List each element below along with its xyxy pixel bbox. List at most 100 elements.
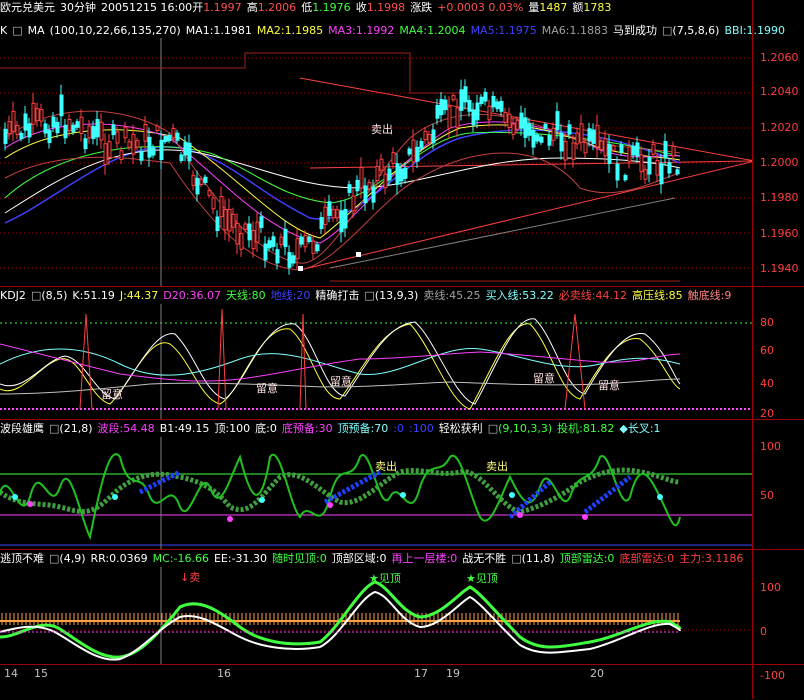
pane4-toggle-icon[interactable]: □ [49,552,59,565]
pane1-toggle-icon[interactable]: □ [12,24,22,37]
candle [675,169,680,175]
candle [359,166,364,189]
candle [467,100,472,112]
title-bar: 欧元兑美元 30分钟 20051215 16:00开1.1997 高1.2006 低1.… [0,0,804,16]
sell-marker-1: 卖出 [375,460,397,473]
must-sell-line: 必卖线:44.12 [558,289,627,302]
candle [203,176,208,184]
candle [651,143,656,155]
note: 留意 [598,379,620,392]
ytick: 50 [760,489,774,502]
f4[interactable]: 战无不胜 [462,552,506,565]
pane1-indicator[interactable]: K [0,24,7,37]
candle [43,123,48,134]
candle [547,134,552,146]
candle [171,127,176,139]
candle [347,184,352,193]
open-label: 开 [192,1,204,14]
candle [619,144,624,153]
boduan-chart[interactable] [0,437,752,549]
candlesticks [3,79,680,275]
pane3-params2: (9,10,3,3) [498,422,553,435]
ytick: 100 [760,440,781,453]
candle [179,154,184,161]
candle [7,121,12,135]
period[interactable]: 30分钟 [60,1,96,14]
kdj-j: J:44.37 [119,289,159,302]
pane4-legend: 逃顶不难 □(4,9) RR:0.0369 MC:-16.66 EE:-31.30 随时见… [0,551,804,567]
candle [219,196,224,218]
pane4-toggle2-icon[interactable]: □ [511,552,521,565]
amount-value: 1783 [583,1,612,14]
mc: MC:-16.66 [152,552,209,565]
sell-marker-2: 卖出 [486,460,508,473]
candle [595,124,600,148]
candle [243,223,248,230]
f1: 随时见顶:0 [272,552,327,565]
pane4-params2: (11,8) [521,552,555,565]
candle [163,136,168,142]
xtick: 14 [4,667,18,680]
pane2-name[interactable]: KDJ2 [0,289,26,302]
candle [407,148,412,155]
candle [107,141,112,158]
candle [435,104,440,119]
pane4-name[interactable]: 逃顶不难 [0,552,44,565]
volume-label: 量 [528,1,540,14]
candle [479,96,484,104]
candle [279,236,284,246]
candle [19,132,24,140]
candle [275,249,280,264]
bottom: 底:0 [255,422,277,435]
open-value: 1.1997 [203,1,242,14]
candle [663,141,668,159]
pane3-toggle2-icon[interactable]: □ [488,422,498,435]
ytick: 1.2020 [760,121,799,134]
price-chart[interactable] [0,38,752,286]
amount-label: 额 [572,1,584,14]
candle [655,160,660,176]
pane1-legend: K □ MA (100,10,22,66,135,270) MA1:1.1981 MA2:… [0,23,804,39]
candle [267,240,272,249]
pane3-toggle-icon[interactable]: □ [49,422,59,435]
pane1-indicator2[interactable]: 马到成功 [613,24,657,37]
candle [327,201,332,216]
note: 留意 [533,372,555,385]
change-label: 涨跌 [410,1,433,14]
kdj-d20: D20:36.07 [163,289,221,302]
high-label: 高 [246,1,258,14]
candle [555,111,560,131]
pane2-indicator2[interactable]: 精确打击 [315,289,359,302]
candle [319,217,324,230]
candle [259,216,264,228]
pane3-indicator2[interactable]: 轻松获利 [439,422,483,435]
bottom-pre: 底预备:30 [281,422,333,435]
candle [611,145,616,151]
candle [135,140,140,148]
pane1-toggle2-icon[interactable]: □ [662,24,672,37]
pane1-name[interactable]: MA [28,24,45,37]
sell-marker: 卖出 [371,123,393,136]
pane2-toggle-icon[interactable]: □ [31,289,41,302]
pane2-toggle2-icon[interactable]: □ [364,289,374,302]
candle [563,141,568,161]
candle [131,133,136,155]
pane3-name[interactable]: 波段雄鹰 [0,422,44,435]
candle [127,141,132,148]
candle [67,118,72,132]
candle [111,124,116,136]
pane1-params2: (7,5,8,6) [672,24,720,37]
candle [31,102,36,125]
tianxian: 天线:80 [225,289,266,302]
candle [455,107,460,128]
candle [499,100,504,112]
candle [307,236,312,242]
candle [123,126,128,139]
buy-line: 买入线:53.22 [485,289,554,302]
ma1: MA1:1.1981 [185,24,252,37]
high-value: 1.2006 [257,1,297,14]
top-pre: 顶预备:70 [337,422,389,435]
ytick: 100 [760,581,781,594]
ee: EE:-31.30 [213,552,268,565]
candle [659,163,664,185]
